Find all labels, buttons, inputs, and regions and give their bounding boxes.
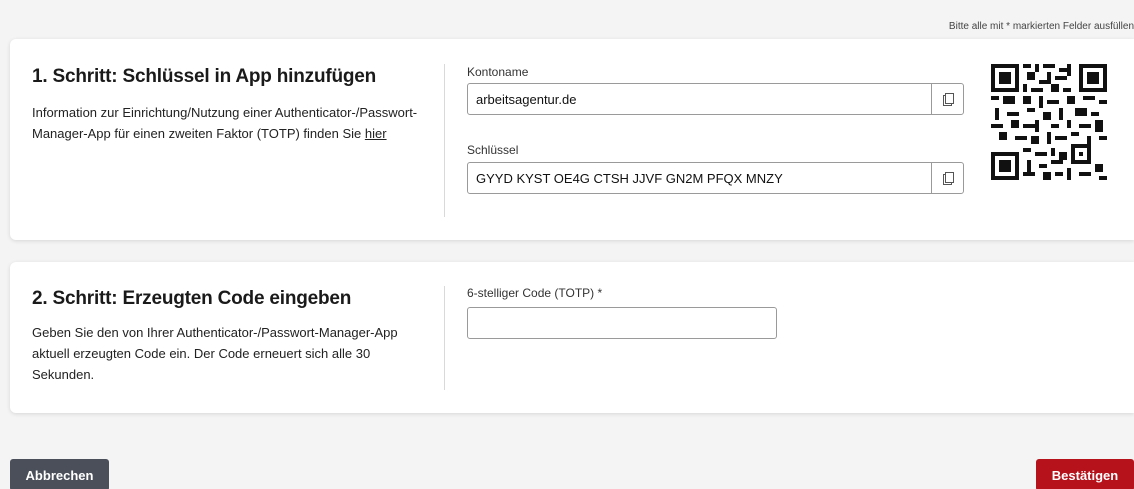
code-label: 6-stelliger Code (TOTP) * xyxy=(467,286,603,300)
info-link[interactable]: hier xyxy=(365,126,387,141)
copy-icon xyxy=(942,172,954,185)
account-name-label: Kontoname xyxy=(467,65,529,79)
step2-description: Geben Sie den von Ihrer Authenticator-/P… xyxy=(32,325,398,382)
account-name-field: arbeitsagentur.de xyxy=(467,83,964,115)
copy-icon xyxy=(942,93,954,106)
totp-code-input[interactable] xyxy=(467,307,777,339)
step1-description: Information zur Einrichtung/Nutzung eine… xyxy=(32,102,432,144)
account-name-value[interactable]: arbeitsagentur.de xyxy=(468,92,931,107)
divider xyxy=(444,286,445,390)
qr-code-image xyxy=(991,64,1107,180)
step2-title: 2. Schritt: Erzeugten Code eingeben xyxy=(32,288,352,309)
totp-setup-page: Bitte alle mit * markierten Felder ausfü… xyxy=(0,0,1134,489)
confirm-button[interactable]: Bestätigen xyxy=(1036,459,1134,489)
copy-account-button[interactable] xyxy=(931,84,963,114)
step1-title: 1. Schritt: Schlüssel in App hinzufügen xyxy=(32,66,377,87)
step2-card: 2. Schritt: Erzeugten Code eingeben Gebe… xyxy=(10,262,1134,413)
secret-key-field: GYYD KYST OE4G CTSH JJVF GN2M PFQX MNZY xyxy=(467,162,964,194)
cancel-button[interactable]: Abbrechen xyxy=(10,459,109,489)
secret-key-value[interactable]: GYYD KYST OE4G CTSH JJVF GN2M PFQX MNZY xyxy=(468,171,931,186)
step1-card: 1. Schritt: Schlüssel in App hinzufügen … xyxy=(10,39,1134,240)
secret-key-label: Schlüssel xyxy=(467,143,519,157)
copy-key-button[interactable] xyxy=(931,163,963,193)
step1-description-text: Information zur Einrichtung/Nutzung eine… xyxy=(32,105,418,141)
divider xyxy=(444,64,445,217)
required-fields-note: Bitte alle mit * markierten Felder ausfü… xyxy=(948,21,1134,32)
